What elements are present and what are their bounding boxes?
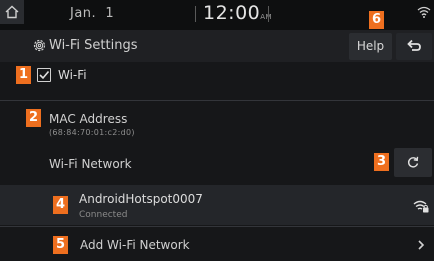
callout-badge-5: 5	[53, 236, 68, 254]
status-ampm: AM	[260, 13, 273, 21]
mac-address-label: MAC Address	[49, 112, 128, 126]
wifi-icon	[417, 6, 431, 18]
refresh-button[interactable]	[394, 148, 432, 177]
row-divider	[0, 100, 434, 101]
home-button[interactable]	[0, 0, 24, 24]
home-icon	[5, 5, 19, 19]
callout-badge-3: 3	[374, 153, 389, 171]
wifi-checkbox[interactable]	[37, 68, 51, 82]
mac-address-value: (68:84:70:01:c2:d0)	[49, 128, 135, 137]
callout-badge-6: 6	[369, 11, 384, 29]
status-divider	[268, 6, 269, 22]
back-button[interactable]	[396, 33, 432, 60]
wifi-toggle-label: Wi-Fi	[58, 68, 87, 82]
status-time-value: 12:00	[203, 2, 261, 24]
back-arrow-icon	[407, 39, 421, 51]
refresh-icon	[407, 156, 419, 168]
checkmark-icon	[39, 70, 50, 80]
add-network-label: Add Wi-Fi Network	[80, 238, 190, 252]
status-divider	[195, 6, 196, 22]
network-status: Connected	[79, 210, 128, 220]
help-button-label: Help	[356, 39, 385, 53]
callout-badge-4: 4	[53, 196, 68, 214]
callout-badge-1: 1	[16, 66, 31, 84]
title-bar: Wi-Fi Settings Help	[0, 30, 434, 62]
network-name: AndroidHotspot0007	[79, 192, 203, 206]
wifi-network-header: Wi-Fi Network	[49, 157, 132, 171]
secured-wifi-icon	[413, 200, 429, 213]
wifi-settings-screen: Jan. 1 12:00AM Wi-Fi Settings Help Wi-Fi…	[0, 0, 434, 261]
chevron-right-icon	[418, 240, 425, 250]
status-date: Jan. 1	[70, 6, 115, 21]
help-button[interactable]: Help	[349, 33, 392, 60]
page-title: Wi-Fi Settings	[49, 38, 138, 53]
gear-icon	[33, 39, 46, 52]
callout-badge-2: 2	[26, 109, 41, 127]
status-time: 12:00AM	[203, 2, 272, 24]
